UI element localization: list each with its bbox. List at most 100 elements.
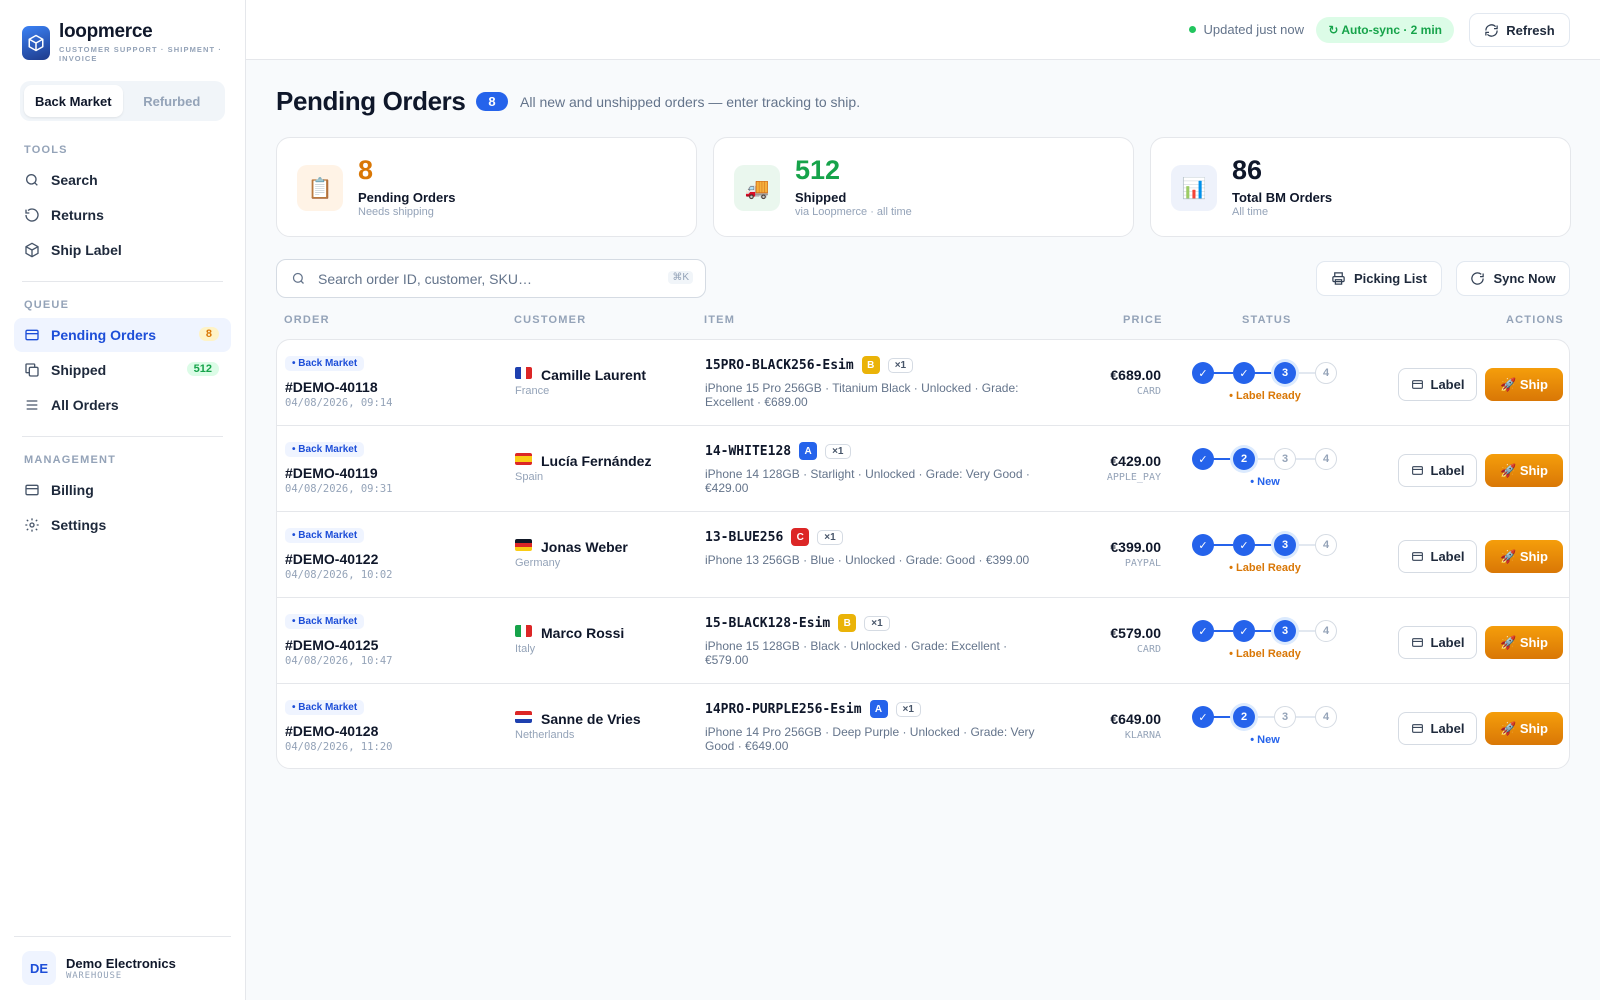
sidebar-item-label: Billing [51, 482, 94, 498]
sidebar-item-pending-orders[interactable]: Pending Orders 8 [14, 318, 231, 352]
payment-method: KLARNA [1124, 730, 1161, 741]
sku[interactable]: 15-BLACK128-Esim [705, 616, 830, 631]
marketplace-badge: • Back Market [285, 356, 365, 371]
step-connector [1295, 372, 1315, 374]
ship-button[interactable]: 🚀 Ship [1485, 712, 1563, 745]
refresh-button[interactable]: Refresh [1469, 13, 1570, 47]
table-row[interactable]: • Back Market #DEMO-40125 04/08/2026, 10… [277, 598, 1569, 684]
grade-badge: B [861, 356, 880, 374]
search-box: ⌘K [276, 259, 706, 298]
column-header-actions: ACTIONS [1506, 314, 1564, 326]
column-header-customer[interactable]: CUSTOMER [514, 314, 586, 326]
table-row[interactable]: • Back Market #DEMO-40119 04/08/2026, 09… [277, 426, 1569, 512]
sidebar-item-returns[interactable]: Returns [14, 198, 231, 232]
stat-card-pending: 📋 8 Pending Orders Needs shipping [276, 137, 697, 237]
item-description: iPhone 15 Pro 256GB · Titanium Black · U… [705, 381, 1019, 409]
ship-button[interactable]: 🚀 Ship [1485, 626, 1563, 659]
order-id[interactable]: #DEMO-40119 [285, 465, 378, 481]
column-header-item[interactable]: ITEM [704, 314, 735, 326]
card-icon [24, 327, 40, 343]
quantity-badge: ×1 [895, 701, 921, 717]
sku[interactable]: 14-WHITE128 [705, 444, 791, 459]
column-header-status[interactable]: STATUS [1242, 314, 1292, 326]
tools-heading: TOOLS [24, 144, 68, 156]
returns-icon [24, 207, 40, 223]
item-description: iPhone 13 256GB · Blue · Unlocked · Grad… [705, 553, 1030, 567]
avatar: DE [22, 951, 56, 985]
pending-count-pill: 8 [476, 92, 508, 111]
stat-sub: All time [1232, 206, 1269, 218]
topbar: Updated just now ↻ Auto-sync · 2 min Ref… [246, 0, 1600, 60]
flag-stripe [526, 367, 532, 379]
step-connector [1213, 716, 1233, 718]
label-button[interactable]: Label [1398, 368, 1477, 401]
step-connector [1213, 372, 1233, 374]
customer-name: Lucía Fernández [541, 453, 652, 469]
sync-now-button[interactable]: Sync Now [1456, 261, 1570, 296]
sku[interactable]: 14PRO-PURPLE256-Esim [705, 702, 862, 717]
brand[interactable]: loopmerce CUSTOMER SUPPORT · SHIPMENT · … [22, 22, 229, 63]
account-role: WAREHOUSE [66, 970, 122, 981]
label-button[interactable]: Label [1398, 454, 1477, 487]
sku[interactable]: 13-BLUE256 [705, 530, 783, 545]
sku[interactable]: 15PRO-BLACK256-Esim [705, 358, 854, 373]
refresh-icon [1485, 23, 1499, 37]
stat-value: 86 [1232, 155, 1263, 185]
sidebar-item-search[interactable]: Search [14, 163, 231, 197]
label-button[interactable]: Label [1398, 712, 1477, 745]
order-id[interactable]: #DEMO-40125 [285, 637, 378, 653]
customer-name: Jonas Weber [541, 539, 628, 555]
picking-list-button[interactable]: Picking List [1316, 261, 1442, 296]
sidebar: loopmerce CUSTOMER SUPPORT · SHIPMENT · … [0, 0, 246, 1000]
list-icon [24, 397, 40, 413]
sidebar-item-shipped[interactable]: Shipped 512 [14, 353, 231, 387]
table-row[interactable]: • Back Market #DEMO-40128 04/08/2026, 11… [277, 684, 1569, 768]
label-icon [1411, 638, 1423, 647]
label-button-text: Label [1430, 549, 1465, 564]
sidebar-item-all-orders[interactable]: All Orders [14, 388, 231, 422]
label-button-text: Label [1430, 721, 1465, 736]
column-header-order[interactable]: ORDER [284, 314, 330, 326]
status-label: • New [1250, 476, 1280, 488]
account-switcher[interactable]: DE Demo Electronics WAREHOUSE [14, 936, 231, 985]
label-button-text: Label [1430, 463, 1465, 478]
search-input[interactable] [318, 270, 658, 287]
status-stepper: ✓ ✓ 3 4 [1192, 534, 1342, 556]
label-button[interactable]: Label [1398, 540, 1477, 573]
table-row[interactable]: • Back Market #DEMO-40122 04/08/2026, 10… [277, 512, 1569, 598]
customer-country: Spain [515, 471, 544, 483]
label-icon [1411, 466, 1423, 475]
table-row[interactable]: • Back Market #DEMO-40118 04/08/2026, 09… [277, 340, 1569, 426]
queue-heading: QUEUE [24, 299, 70, 311]
status-step-2: 2 [1233, 706, 1255, 728]
sidebar-item-settings[interactable]: Settings [14, 508, 231, 542]
sidebar-item-billing[interactable]: Billing [14, 473, 231, 507]
brand-name: loopmerce [59, 21, 153, 42]
order-id[interactable]: #DEMO-40122 [285, 551, 378, 567]
ship-button[interactable]: 🚀 Ship [1485, 540, 1563, 573]
account-name: Demo Electronics [66, 955, 176, 971]
sidebar-item-label: Ship Label [51, 242, 122, 258]
status-step-1: ✓ [1192, 620, 1214, 642]
tab-refurbed[interactable]: Refurbed [123, 85, 222, 117]
order-id[interactable]: #DEMO-40118 [285, 379, 378, 395]
label-button[interactable]: Label [1398, 626, 1477, 659]
sidebar-item-ship-label[interactable]: Ship Label [14, 233, 231, 267]
order-id[interactable]: #DEMO-40128 [285, 723, 378, 739]
ship-button[interactable]: 🚀 Ship [1485, 454, 1563, 487]
sku-line: 14PRO-PURPLE256-Esim A ×1 [705, 700, 921, 718]
flag-icon [515, 367, 532, 379]
step-connector [1213, 630, 1233, 632]
ship-button[interactable]: 🚀 Ship [1485, 368, 1563, 401]
item-description: iPhone 14 128GB · Starlight · Unlocked ·… [705, 467, 1030, 495]
marketplace-badge: • Back Market [285, 700, 365, 715]
status-step-4: 4 [1315, 706, 1337, 728]
grade-badge: A [799, 442, 818, 460]
stat-value: 512 [795, 155, 841, 185]
status-step-2: ✓ [1233, 620, 1255, 642]
tab-back-market[interactable]: Back Market [24, 85, 123, 117]
status-step-2: ✓ [1233, 534, 1255, 556]
divider [22, 281, 223, 282]
updated-text: Updated just now [1203, 22, 1304, 37]
column-header-price[interactable]: PRICE [1123, 314, 1163, 326]
